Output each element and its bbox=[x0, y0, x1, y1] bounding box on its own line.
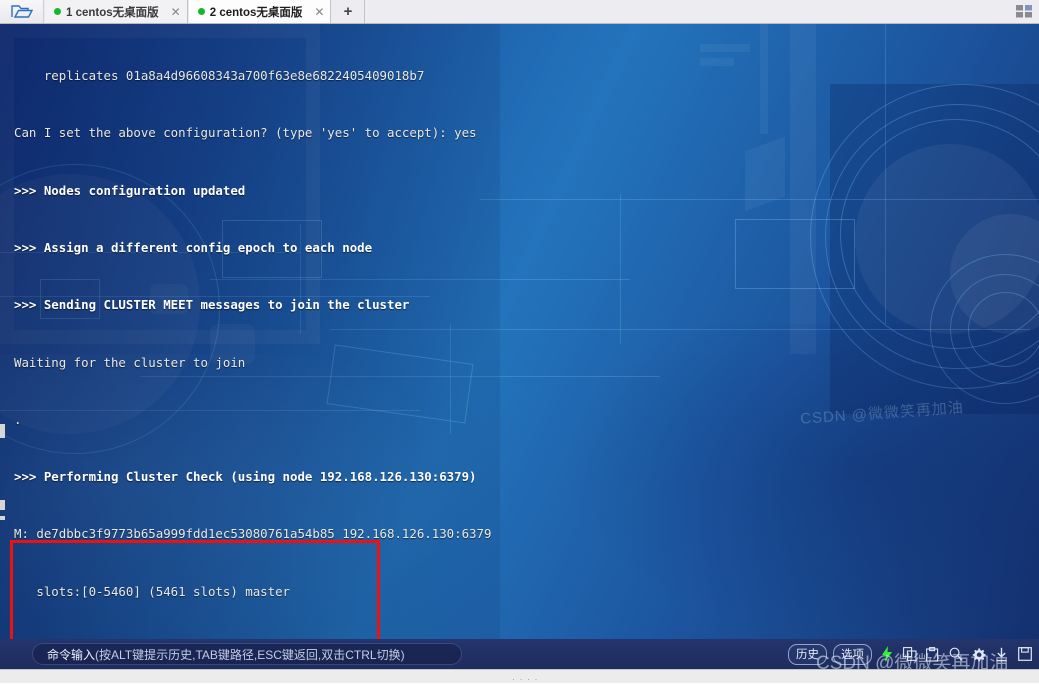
copy-icon bbox=[902, 647, 917, 661]
tab-status-dot-icon bbox=[197, 8, 205, 15]
scrollbar-track[interactable] bbox=[0, 24, 5, 639]
scrollbar-thumb[interactable] bbox=[0, 424, 5, 438]
terminal-line: slots:[0-5460] (5461 slots) master bbox=[14, 583, 291, 599]
terminal-line: replicates 01a8a4d96608343a700f63e8e6822… bbox=[14, 68, 425, 84]
terminal-line: >>> Assign a different config epoch to e… bbox=[14, 240, 373, 256]
new-tab-button[interactable]: + bbox=[331, 0, 366, 23]
close-icon[interactable]: ✕ bbox=[314, 6, 324, 18]
status-bar: 命令输入 (按ALT键提示历史,TAB键路径,ESC键返回,双击CTRL切换) … bbox=[0, 639, 1039, 669]
close-icon[interactable]: ✕ bbox=[171, 6, 181, 18]
lightning-button[interactable] bbox=[878, 644, 895, 664]
tab-1[interactable]: 1 centos无桌面版 ✕ bbox=[44, 0, 188, 23]
search-icon bbox=[949, 647, 963, 661]
tab-status-dot-icon bbox=[54, 8, 61, 15]
terminal-output[interactable]: replicates 01a8a4d96608343a700f63e8e6822… bbox=[0, 24, 1039, 639]
search-button[interactable] bbox=[947, 644, 964, 664]
paste-icon bbox=[925, 646, 938, 662]
tab-label: 2 centos无桌面版 bbox=[209, 6, 303, 19]
history-button[interactable]: 历史 bbox=[788, 643, 827, 665]
gear-icon bbox=[972, 647, 986, 661]
terminal-line: >>> Nodes configuration updated bbox=[14, 182, 246, 198]
tab-2[interactable]: 2 centos无桌面版 ✕ bbox=[187, 0, 332, 23]
grid-view-button[interactable] bbox=[1009, 0, 1039, 23]
tab-bar-filler bbox=[365, 0, 1009, 23]
paste-button[interactable] bbox=[924, 644, 941, 664]
terminal-line: M: de7dbbc3f9773b65a999fdd1ec53080761a54… bbox=[14, 526, 492, 542]
save-button[interactable] bbox=[1016, 644, 1033, 664]
scrollbar-mark bbox=[0, 500, 5, 510]
command-input[interactable]: 命令输入 (按ALT键提示历史,TAB键路径,ESC键返回,双击CTRL切换) bbox=[32, 643, 462, 665]
terminal-line: Can I set the above configuration? (type… bbox=[14, 125, 477, 141]
copy-button[interactable] bbox=[901, 644, 918, 664]
download-icon bbox=[996, 647, 1007, 661]
grid-view-icon bbox=[1016, 5, 1032, 18]
terminal-line: . bbox=[14, 411, 22, 427]
status-bar-actions: 历史 选项 bbox=[788, 643, 1039, 665]
terminal-panel[interactable]: replicates 01a8a4d96608343a700f63e8e6822… bbox=[0, 24, 1039, 639]
command-input-hint: (按ALT键提示历史,TAB键路径,ESC键返回,双击CTRL切换) bbox=[95, 647, 405, 662]
terminal-line: >>> Sending CLUSTER MEET messages to joi… bbox=[14, 297, 410, 313]
command-input-label: 命令输入 bbox=[47, 647, 96, 662]
options-button[interactable]: 选项 bbox=[833, 643, 872, 665]
scrollbar-mark bbox=[0, 516, 5, 520]
folder-open-button[interactable] bbox=[0, 0, 44, 23]
tab-label: 1 centos无桌面版 bbox=[66, 6, 159, 19]
tab-bar: 1 centos无桌面版 ✕ 2 centos无桌面版 ✕ + bbox=[0, 0, 1039, 24]
save-icon bbox=[1017, 647, 1032, 661]
window-bottom-frame: · · · · bbox=[0, 669, 1039, 684]
terminal-line: >>> Performing Cluster Check (using node… bbox=[14, 469, 477, 485]
settings-button[interactable] bbox=[970, 644, 987, 664]
download-button[interactable] bbox=[993, 644, 1010, 664]
lightning-icon bbox=[881, 646, 892, 662]
folder-open-icon bbox=[10, 5, 33, 18]
terminal-line: Waiting for the cluster to join bbox=[14, 354, 246, 370]
